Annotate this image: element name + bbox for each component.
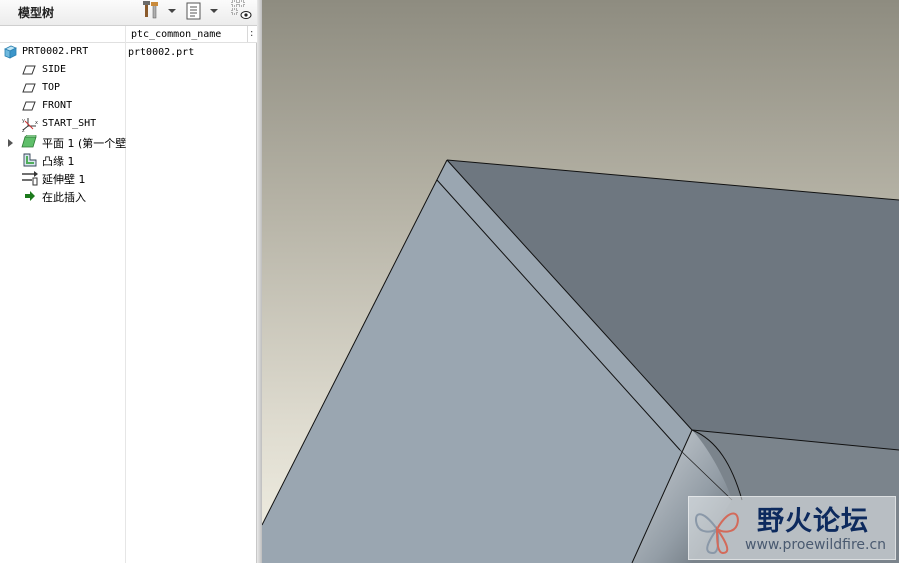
tree-item-label: 凸缘 1	[42, 155, 75, 168]
model-tree-panel: 模型树 ptc_common_name: PRT0002.PRT prt000…	[0, 0, 257, 563]
datum-plane-icon	[22, 101, 36, 114]
model-tree-toolbar: 模型树	[0, 0, 257, 26]
settings-tools-icon[interactable]	[142, 0, 160, 23]
watermark-url: www.proewildfire.cn	[745, 537, 887, 553]
tree-item-start-sht[interactable]: y x z START_SHT	[0, 116, 257, 134]
svg-text:z: z	[22, 128, 25, 132]
datum-plane-icon	[22, 83, 36, 96]
tree-item-planar-wall[interactable]: 平面 1 (第一个壁	[0, 134, 257, 152]
tree-item-label: FRONT	[42, 100, 73, 111]
tree-item-label: 在此插入	[42, 191, 86, 204]
tree-item-front[interactable]: FRONT	[0, 98, 257, 116]
watermark-title: 野火论坛	[757, 506, 869, 537]
tree-item-flange[interactable]: 凸缘 1	[0, 152, 257, 170]
show-dropdown-arrow[interactable]	[210, 9, 218, 13]
settings-dropdown-arrow[interactable]	[168, 9, 176, 13]
panel-title: 模型树	[18, 6, 55, 20]
tree-item-label: START_SHT	[42, 118, 97, 129]
tree-item-label: 平面 1 (第一个壁	[42, 137, 126, 150]
column-header-ptc-common-name[interactable]: ptc_common_name	[131, 29, 221, 40]
tree-filter-icon[interactable]	[231, 0, 253, 25]
svg-text:y: y	[22, 118, 25, 124]
column-more-button[interactable]: :	[250, 28, 253, 39]
flange-wall-icon	[21, 152, 39, 171]
datum-plane-icon	[22, 65, 36, 78]
coordinate-system-icon: y x z	[21, 116, 39, 135]
tree-item-label: PRT0002.PRT	[22, 46, 89, 57]
tree-item-top[interactable]: TOP	[0, 80, 257, 98]
part-icon	[3, 45, 17, 62]
insert-here-arrow-icon	[24, 190, 36, 205]
expand-arrow-icon[interactable]	[8, 139, 13, 147]
graphics-viewport[interactable]	[262, 0, 899, 563]
svg-text:x: x	[35, 120, 38, 126]
extend-wall-icon	[21, 170, 39, 189]
butterfly-logo-icon	[691, 499, 743, 560]
forum-watermark: 野火论坛 www.proewildfire.cn	[688, 496, 896, 560]
tree-item-label: 延伸壁 1	[42, 173, 86, 186]
tree-item-extend-wall[interactable]: 延伸壁 1	[0, 170, 257, 188]
column-divider	[247, 26, 248, 42]
show-options-icon[interactable]	[186, 2, 202, 23]
sheetmetal-planar-wall-icon	[21, 134, 37, 152]
ptc-common-name-value: prt0002.prt	[128, 47, 195, 58]
tree-item-insert-here[interactable]: 在此插入	[0, 188, 257, 206]
model-view[interactable]	[262, 0, 899, 563]
tree-item-side[interactable]: SIDE	[0, 62, 257, 80]
tree-item-label: SIDE	[42, 64, 67, 75]
tree-item-label: TOP	[42, 82, 61, 93]
